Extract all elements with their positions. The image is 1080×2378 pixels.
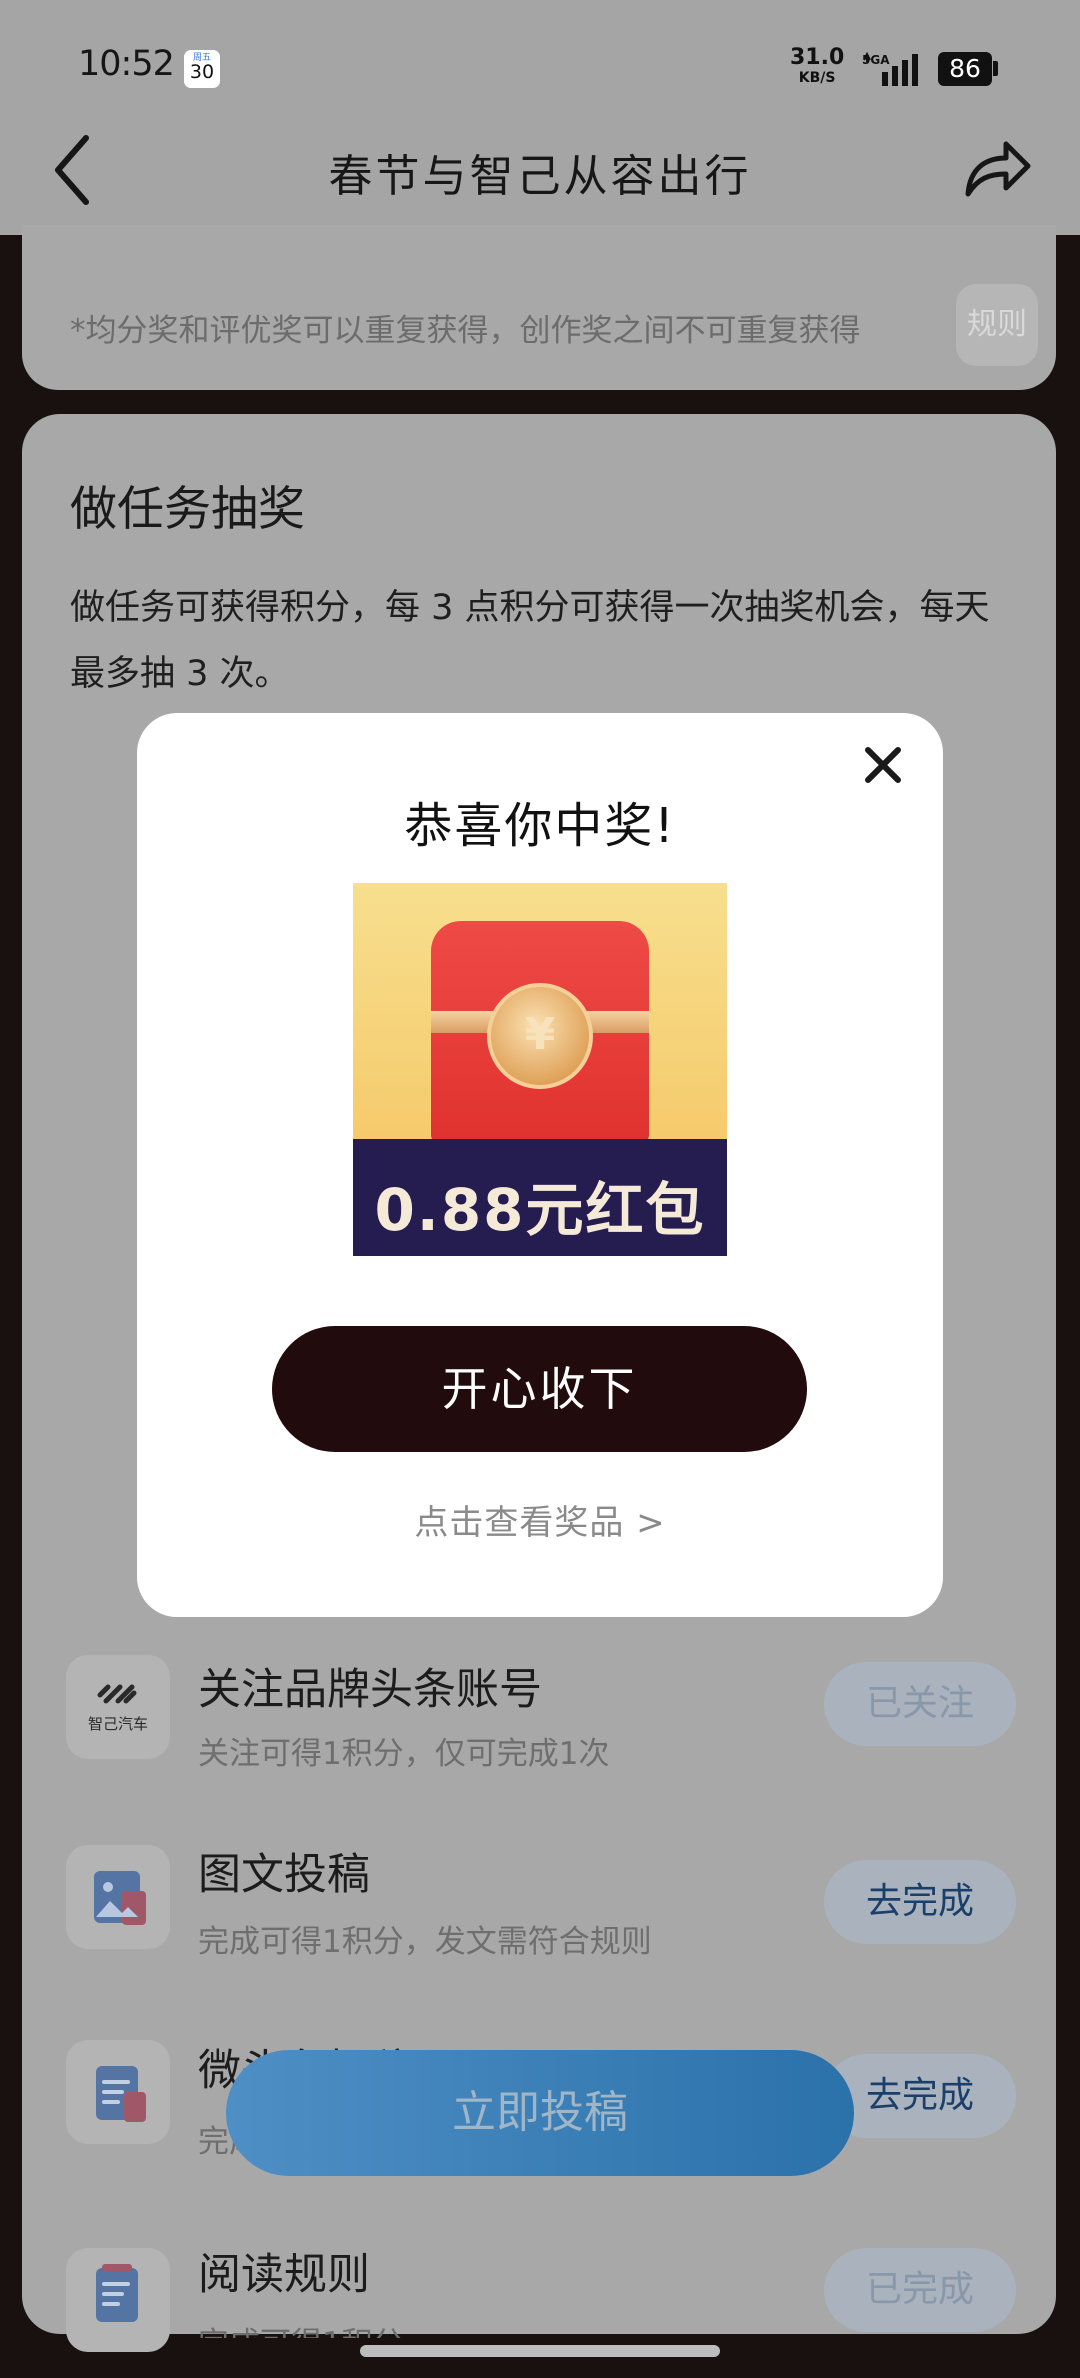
task-title: 阅读规则 — [198, 2250, 370, 2300]
task-description: 完成可得1积分 — [198, 2318, 404, 2338]
chevron-left-icon[interactable] — [48, 132, 98, 208]
task-description: 完成可得1积分，发文需符合规则 — [198, 1924, 652, 1960]
section-title: 做任务抽奖 — [70, 482, 305, 537]
calendar-icon: 周五 30 — [184, 50, 220, 88]
completed-status-button[interactable]: 已完成 — [824, 2248, 1016, 2332]
red-envelope-image: ¥ 0.88元红包 — [353, 883, 727, 1256]
yuan-coin-icon: ¥ — [487, 983, 593, 1089]
close-icon[interactable] — [860, 742, 906, 788]
signal-icon: 5GA — [862, 51, 918, 86]
battery-tip — [993, 61, 998, 76]
prize-amount-label: 0.88元红包 — [374, 1176, 706, 1244]
submit-post-button[interactable]: 立即投稿 — [226, 2050, 854, 2176]
status-time: 10:52 — [78, 44, 175, 84]
document-icon — [66, 2248, 170, 2352]
follow-status-button[interactable]: 已关注 — [824, 1662, 1016, 1746]
home-indicator[interactable] — [360, 2345, 720, 2357]
brand-logo-text: 智己汽车 — [87, 1715, 148, 1733]
page-title: 春节与智己从容出行 — [328, 151, 752, 202]
complete-task-button[interactable]: 去完成 — [824, 2054, 1016, 2138]
zhiji-logo-icon: 智己汽车 — [66, 1655, 170, 1759]
dialog-title: 恭喜你中奖! — [404, 798, 676, 854]
section-description: 做任务可获得积分，每 3 点积分可获得一次抽奖机会，每天最多抽 3 次。 — [70, 588, 990, 694]
rules-button[interactable]: 规则 — [956, 284, 1038, 366]
view-prize-link[interactable]: 点击查看奖品 > — [137, 1495, 943, 1544]
network-speed-unit: KB/S — [798, 70, 836, 86]
task-title: 关注品牌头条账号 — [198, 1665, 542, 1715]
prize-note: *均分奖和评优奖可以重复获得，创作奖之间不可重复获得 — [70, 313, 861, 349]
network-speed-value: 31.0 — [790, 45, 845, 70]
task-title: 图文投稿 — [198, 1850, 370, 1900]
network-speed: 31.0 KB/S — [790, 45, 845, 88]
complete-task-button[interactable]: 去完成 — [824, 1860, 1016, 1944]
task-description: 关注可得1积分，仅可完成1次 — [198, 1736, 610, 1772]
calendar-weekday: 周五 — [192, 53, 211, 63]
share-icon[interactable] — [962, 132, 1032, 202]
document-icon — [66, 2040, 170, 2144]
image-icon — [66, 1845, 170, 1949]
battery-icon: 86 — [938, 52, 992, 86]
accept-prize-button[interactable]: 开心收下 — [272, 1326, 807, 1452]
